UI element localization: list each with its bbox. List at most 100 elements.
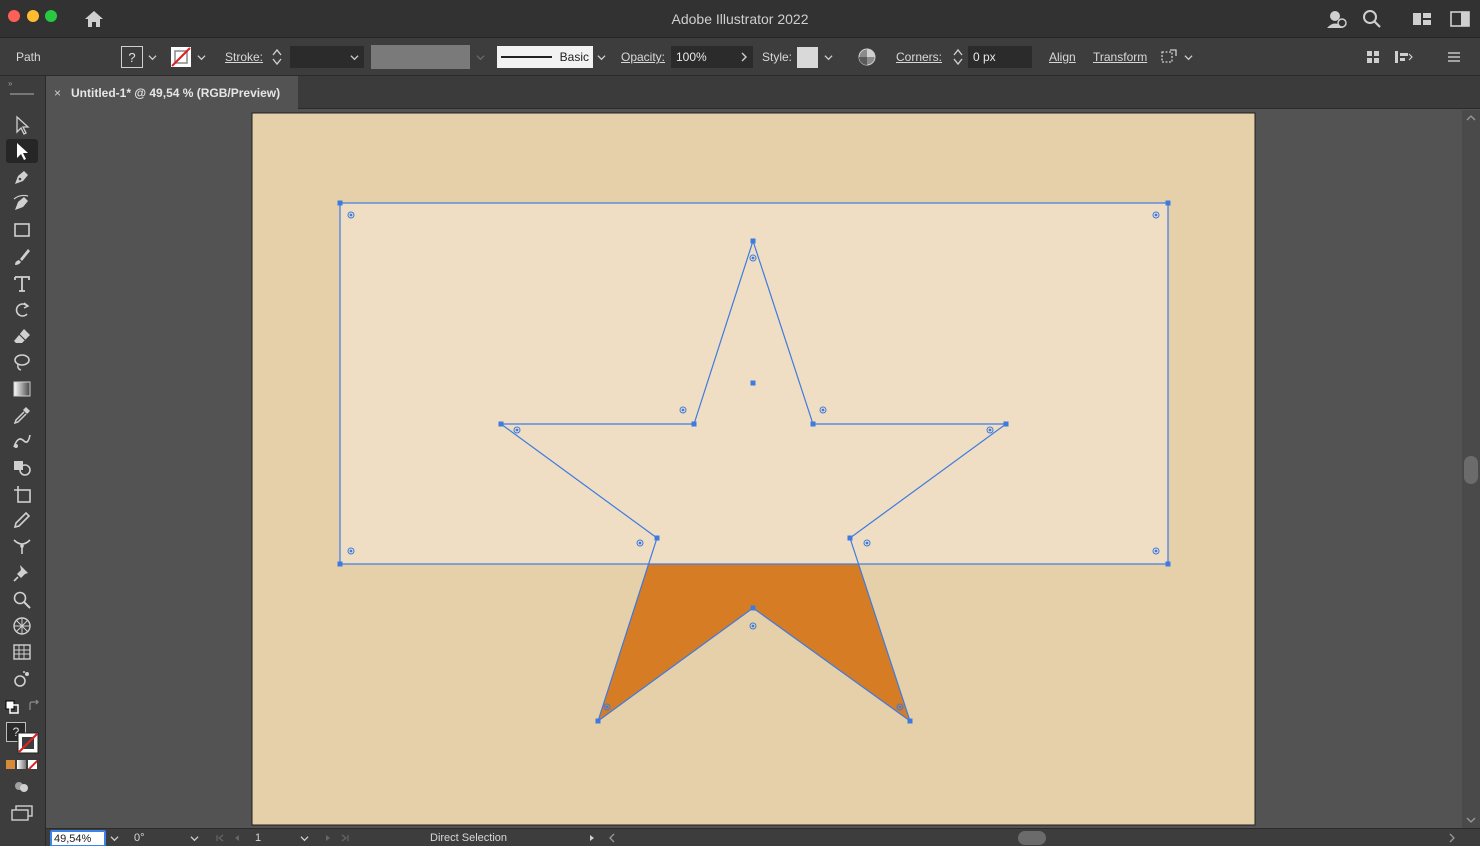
eraser-tool[interactable]: [6, 324, 38, 348]
paintbrush-tool[interactable]: [6, 245, 38, 269]
search-icon[interactable]: [1361, 8, 1383, 30]
graphic-style-dropdown[interactable]: [797, 38, 833, 76]
horizontal-scroll-thumb[interactable]: [1018, 831, 1046, 845]
variable-width-profile-dropdown[interactable]: [371, 38, 485, 76]
anchor-point[interactable]: [810, 421, 816, 427]
anchor-point[interactable]: [1165, 561, 1171, 567]
rotation-dropdown-button[interactable]: [190, 829, 199, 846]
anchor-point[interactable]: [1165, 200, 1171, 206]
chevron-right-icon[interactable]: [740, 52, 748, 62]
anchor-point[interactable]: [337, 200, 343, 206]
artboard-number-field[interactable]: 1: [255, 829, 261, 846]
pen-tool[interactable]: [6, 165, 38, 189]
panel-toggle-icon[interactable]: [1449, 8, 1471, 30]
collapse-panel-icon[interactable]: »: [8, 79, 12, 88]
anchor-point[interactable]: [750, 380, 756, 386]
status-menu-icon[interactable]: [588, 829, 596, 846]
rotate-tool[interactable]: [6, 298, 38, 322]
stroke-weight-field[interactable]: [290, 38, 364, 76]
corners-stepper[interactable]: [952, 38, 964, 76]
scroll-right-icon[interactable]: [1448, 829, 1456, 846]
gradient-mode-button[interactable]: [17, 760, 26, 769]
chevron-down-icon[interactable]: [1184, 53, 1193, 62]
blend-tool[interactable]: [6, 429, 38, 453]
document-tab[interactable]: × Untitled-1* @ 49,54 % (RGB/Preview): [46, 76, 298, 109]
pencil-tool[interactable]: [6, 508, 38, 532]
corners-field[interactable]: 0 px: [968, 38, 1032, 76]
scroll-left-icon[interactable]: [608, 829, 616, 846]
anchor-point[interactable]: [595, 718, 601, 724]
anchor-point[interactable]: [1003, 421, 1009, 427]
distribute-icon[interactable]: [1394, 38, 1414, 76]
anchor-point[interactable]: [907, 718, 913, 724]
panel-menu-icon[interactable]: [1447, 38, 1461, 76]
stroke-swatch[interactable]: [17, 732, 39, 757]
recolor-artwork-icon[interactable]: [857, 38, 877, 76]
selection-tool[interactable]: [6, 113, 38, 137]
type-tool[interactable]: [6, 272, 38, 296]
last-artboard-icon[interactable]: [341, 834, 349, 842]
stepper-arrows-icon[interactable]: [271, 47, 283, 67]
next-artboard-icon[interactable]: [324, 834, 332, 842]
artboard-tool[interactable]: [6, 482, 38, 506]
chevron-down-icon[interactable]: [824, 53, 833, 62]
zoom-level-input[interactable]: 49,54%: [50, 830, 106, 846]
perspective-grid-tool[interactable]: [6, 614, 38, 638]
scroll-up-icon[interactable]: [1466, 114, 1476, 122]
puppet-warp-tool[interactable]: [6, 561, 38, 585]
anchor-point[interactable]: [337, 561, 343, 567]
shape-builder-tool[interactable]: [6, 456, 38, 480]
corners-label[interactable]: Corners:: [896, 38, 942, 76]
width-tool[interactable]: [6, 534, 38, 558]
vertical-scroll-thumb[interactable]: [1464, 456, 1478, 484]
close-tab-icon[interactable]: ×: [54, 86, 61, 100]
opacity-field[interactable]: 100%: [671, 38, 753, 76]
zoom-tool[interactable]: [6, 588, 38, 612]
learn-icon[interactable]: [1325, 8, 1347, 30]
anchor-point[interactable]: [847, 535, 853, 541]
first-artboard-icon[interactable]: [216, 834, 224, 842]
stroke-color-button[interactable]: [170, 38, 206, 76]
zoom-dropdown-button[interactable]: [110, 829, 119, 846]
isolate-object-icon[interactable]: [1160, 38, 1193, 76]
default-fill-stroke-icon[interactable]: [5, 700, 19, 717]
fill-color-button[interactable]: ?: [121, 38, 157, 76]
artboard-dropdown-button[interactable]: [300, 829, 309, 846]
anchor-point[interactable]: [750, 238, 756, 244]
opacity-label[interactable]: Opacity:: [621, 38, 665, 76]
anchor-point[interactable]: [654, 535, 660, 541]
chevron-down-icon[interactable]: [597, 53, 606, 62]
stroke-weight-stepper[interactable]: [271, 38, 283, 76]
curvature-tool[interactable]: [6, 191, 38, 215]
stepper-arrows-icon[interactable]: [952, 47, 964, 67]
workspace-switcher-icon[interactable]: [1411, 8, 1433, 30]
anchor-point[interactable]: [750, 605, 756, 611]
eyedropper-tool[interactable]: [6, 403, 38, 427]
brush-definition-dropdown[interactable]: Basic: [497, 38, 606, 76]
anchor-point[interactable]: [498, 421, 504, 427]
none-mode-button[interactable]: [28, 760, 37, 769]
symbol-sprayer-tool[interactable]: [6, 667, 38, 691]
swap-fill-stroke-icon[interactable]: [28, 699, 40, 715]
align-button[interactable]: Align: [1049, 38, 1076, 76]
canvas-area[interactable]: [46, 110, 1462, 828]
screen-mode-icon[interactable]: [11, 805, 33, 824]
panel-grip[interactable]: [10, 93, 34, 95]
rectangle-tool[interactable]: [6, 218, 38, 242]
vertical-scrollbar[interactable]: [1462, 110, 1480, 828]
rotation-view-field[interactable]: 0°: [134, 829, 145, 846]
arrange-documents-icon[interactable]: [1366, 38, 1380, 76]
previous-artboard-icon[interactable]: [233, 834, 241, 842]
anchor-point[interactable]: [691, 421, 697, 427]
stroke-label[interactable]: Stroke:: [225, 38, 263, 76]
transform-button[interactable]: Transform: [1093, 38, 1147, 76]
chevron-down-icon[interactable]: [148, 53, 157, 62]
chevron-down-icon[interactable]: [350, 53, 359, 62]
chevron-down-icon[interactable]: [197, 53, 206, 62]
color-mode-button[interactable]: [6, 760, 15, 769]
gradient-tool[interactable]: [6, 377, 38, 401]
drawing-modes-icon[interactable]: [14, 780, 30, 797]
lasso-tool[interactable]: [6, 350, 38, 374]
mesh-tool[interactable]: [6, 640, 38, 664]
direct-selection-tool[interactable]: [6, 139, 38, 163]
